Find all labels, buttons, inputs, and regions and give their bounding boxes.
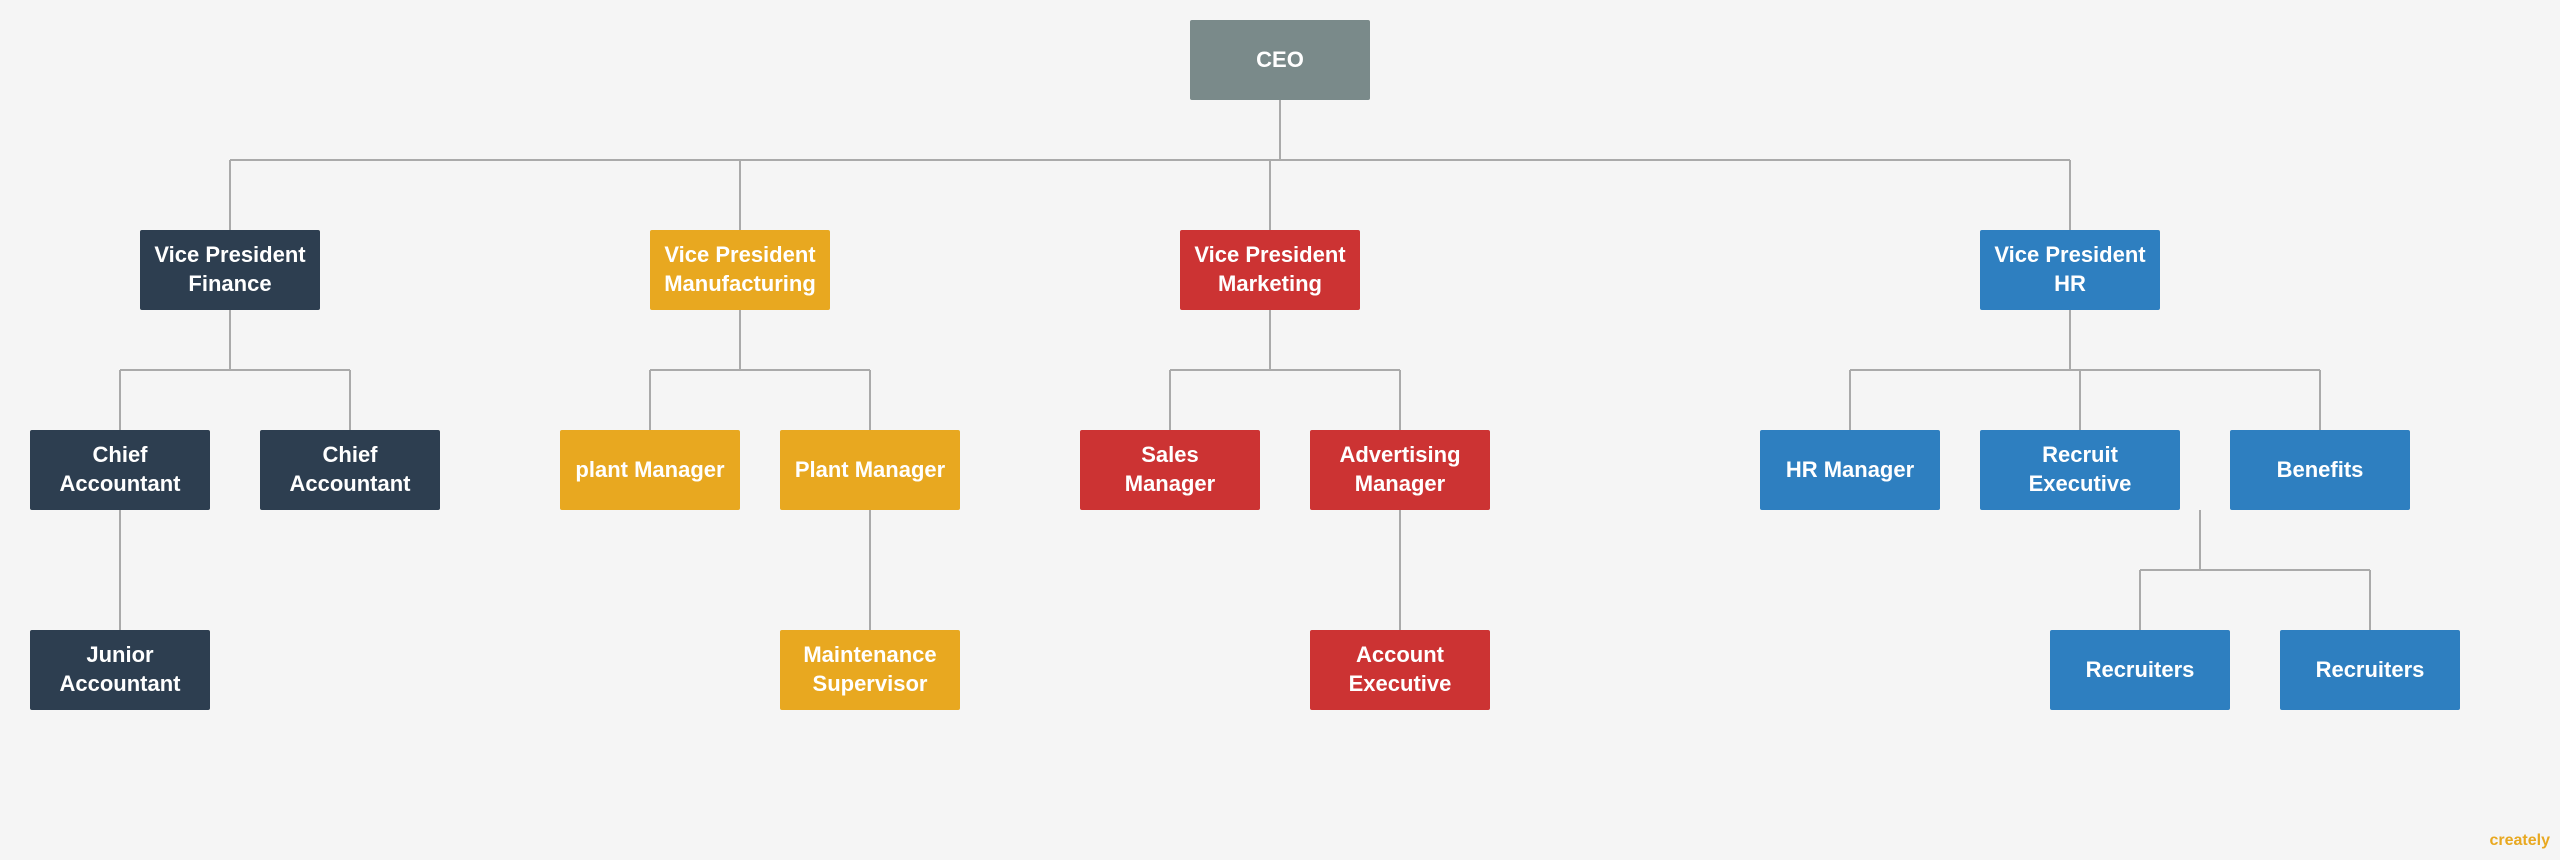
org-chart: CEO Vice PresidentFinance Vice President… xyxy=(0,0,2560,860)
vp-hr-label: Vice PresidentHR xyxy=(1994,241,2145,298)
plant-manager-yellow-label: plant Manager xyxy=(575,456,724,485)
vp-mfg-label: Vice PresidentManufacturing xyxy=(664,241,816,298)
account-executive-label: Account Executive xyxy=(1324,641,1476,698)
ceo-label: CEO xyxy=(1256,46,1304,75)
plant-manager-node: Plant Manager xyxy=(780,430,960,510)
recruit-executive-node: Recruit Executive xyxy=(1980,430,2180,510)
recruiters-2-label: Recruiters xyxy=(2316,656,2425,685)
hr-manager-node: HR Manager xyxy=(1760,430,1940,510)
vp-mfg-node: Vice PresidentManufacturing xyxy=(650,230,830,310)
benefits-label: Benefits xyxy=(2277,456,2364,485)
chief-accountant-1-label: Chief Accountant xyxy=(44,441,196,498)
chief-accountant-1-node: Chief Accountant xyxy=(30,430,210,510)
vp-finance-label: Vice PresidentFinance xyxy=(154,241,305,298)
sales-manager-node: SalesManager xyxy=(1080,430,1260,510)
vp-mktg-label: Vice PresidentMarketing xyxy=(1194,241,1345,298)
plant-manager-yellow-node: plant Manager xyxy=(560,430,740,510)
junior-accountant-label: JuniorAccountant xyxy=(60,641,181,698)
vp-hr-node: Vice PresidentHR xyxy=(1980,230,2160,310)
sales-manager-label: SalesManager xyxy=(1125,441,1215,498)
recruit-executive-label: Recruit Executive xyxy=(1994,441,2166,498)
ceo-node: CEO xyxy=(1190,20,1370,100)
account-executive-node: Account Executive xyxy=(1310,630,1490,710)
advertising-manager-label: AdvertisingManager xyxy=(1339,441,1460,498)
plant-manager-label: Plant Manager xyxy=(795,456,945,485)
watermark-label: creately xyxy=(2490,832,2551,849)
recruiters-1-node: Recruiters xyxy=(2050,630,2230,710)
chief-accountant-2-label: Chief Accountant xyxy=(274,441,426,498)
benefits-node: Benefits xyxy=(2230,430,2410,510)
advertising-manager-node: AdvertisingManager xyxy=(1310,430,1490,510)
maintenance-supervisor-node: MaintenanceSupervisor xyxy=(780,630,960,710)
chief-accountant-2-node: Chief Accountant xyxy=(260,430,440,510)
recruiters-2-node: Recruiters xyxy=(2280,630,2460,710)
recruiters-1-label: Recruiters xyxy=(2086,656,2195,685)
junior-accountant-node: JuniorAccountant xyxy=(30,630,210,710)
maintenance-supervisor-label: MaintenanceSupervisor xyxy=(803,641,936,698)
watermark: creately xyxy=(2490,832,2551,850)
vp-mktg-node: Vice PresidentMarketing xyxy=(1180,230,1360,310)
vp-finance-node: Vice PresidentFinance xyxy=(140,230,320,310)
hr-manager-label: HR Manager xyxy=(1786,456,1914,485)
